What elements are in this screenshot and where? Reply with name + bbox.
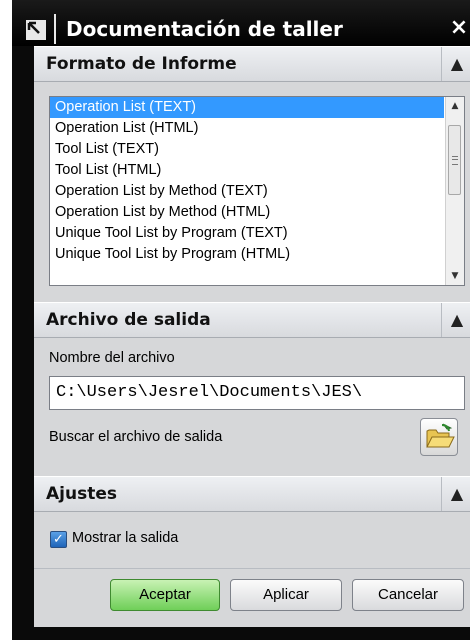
dialog-arrow-icon [26, 20, 46, 40]
window-title: Documentación de taller [66, 17, 343, 41]
section-header-settings[interactable]: Ajustes ▲ [34, 476, 470, 512]
filename-input[interactable]: C:\Users\Jesrel\Documents\JES\ [49, 376, 465, 410]
button-row: Aceptar Aplicar Cancelar [34, 568, 470, 627]
list-item[interactable]: Operation List (TEXT) [50, 97, 444, 118]
filename-label: Nombre del archivo [49, 350, 175, 366]
apply-button[interactable]: Aplicar [230, 579, 342, 611]
show-output-label[interactable]: Mostrar la salida [72, 530, 178, 546]
report-format-list[interactable]: Operation List (TEXT) Operation List (HT… [49, 96, 465, 286]
list-item[interactable]: Operation List (HTML) [50, 118, 444, 139]
ok-button[interactable]: Aceptar [110, 579, 220, 611]
title-bar[interactable]: Documentación de taller × [12, 0, 470, 46]
scroll-up-icon[interactable]: ▲ [446, 97, 464, 115]
list-item[interactable]: Operation List by Method (HTML) [50, 202, 444, 223]
section-header-output-file[interactable]: Archivo de salida ▲ [34, 302, 470, 338]
open-folder-icon [426, 423, 455, 448]
close-icon[interactable]: × [448, 15, 470, 41]
list-item[interactable]: Unique Tool List by Program (TEXT) [50, 223, 444, 244]
scroll-thumb[interactable] [448, 125, 461, 195]
show-output-checkbox[interactable]: ✓ [50, 531, 67, 548]
section-title: Ajustes [46, 484, 117, 504]
section-header-report-format[interactable]: Formato de Informe ▲ [34, 46, 470, 82]
section-title: Archivo de salida [46, 310, 211, 330]
grip-icon [452, 156, 458, 165]
section-title: Formato de Informe [46, 54, 237, 74]
browse-output-button[interactable] [420, 418, 458, 456]
list-item[interactable]: Tool List (HTML) [50, 160, 444, 181]
dialog-window: Documentación de taller × Formato de Inf… [12, 0, 470, 640]
scroll-down-icon[interactable]: ▼ [446, 267, 464, 285]
list-item[interactable]: Tool List (TEXT) [50, 139, 444, 160]
chevron-up-icon[interactable]: ▲ [441, 303, 470, 337]
title-separator [54, 14, 56, 44]
list-item[interactable]: Unique Tool List by Program (HTML) [50, 244, 444, 265]
chevron-up-icon[interactable]: ▲ [441, 47, 470, 81]
browse-label: Buscar el archivo de salida [49, 429, 223, 445]
cancel-button[interactable]: Cancelar [352, 579, 464, 611]
chevron-up-icon[interactable]: ▲ [441, 477, 470, 511]
dialog-client: Formato de Informe ▲ Operation List (TEX… [34, 46, 470, 627]
list-scrollbar[interactable]: ▲ ▼ [445, 97, 464, 285]
list-item[interactable]: Operation List by Method (TEXT) [50, 181, 444, 202]
